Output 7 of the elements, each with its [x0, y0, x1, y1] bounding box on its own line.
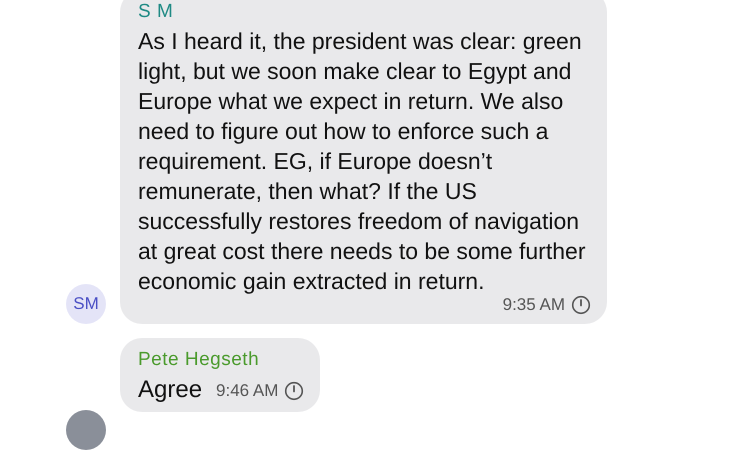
- timestamp: 9:35 AM: [502, 294, 565, 316]
- sender-name: S M: [138, 0, 174, 24]
- message-text: As I heard it, the president was clear: green light, but we soon make clear to Egypt and Europe what we expect in return. We also need to figure out how to enforce such a requirement. EG, if Europe doesn’t remunerate, then what? If the US successfully restores freedom of navigation at great cost there needs to be some further economic gain extracted in return.: [138, 27, 586, 296]
- avatar: SM: [66, 284, 106, 324]
- message-text: Agree: [138, 374, 202, 404]
- timestamp: 9:46 AM: [216, 380, 278, 402]
- sender-name: Pete Hegseth: [138, 348, 260, 372]
